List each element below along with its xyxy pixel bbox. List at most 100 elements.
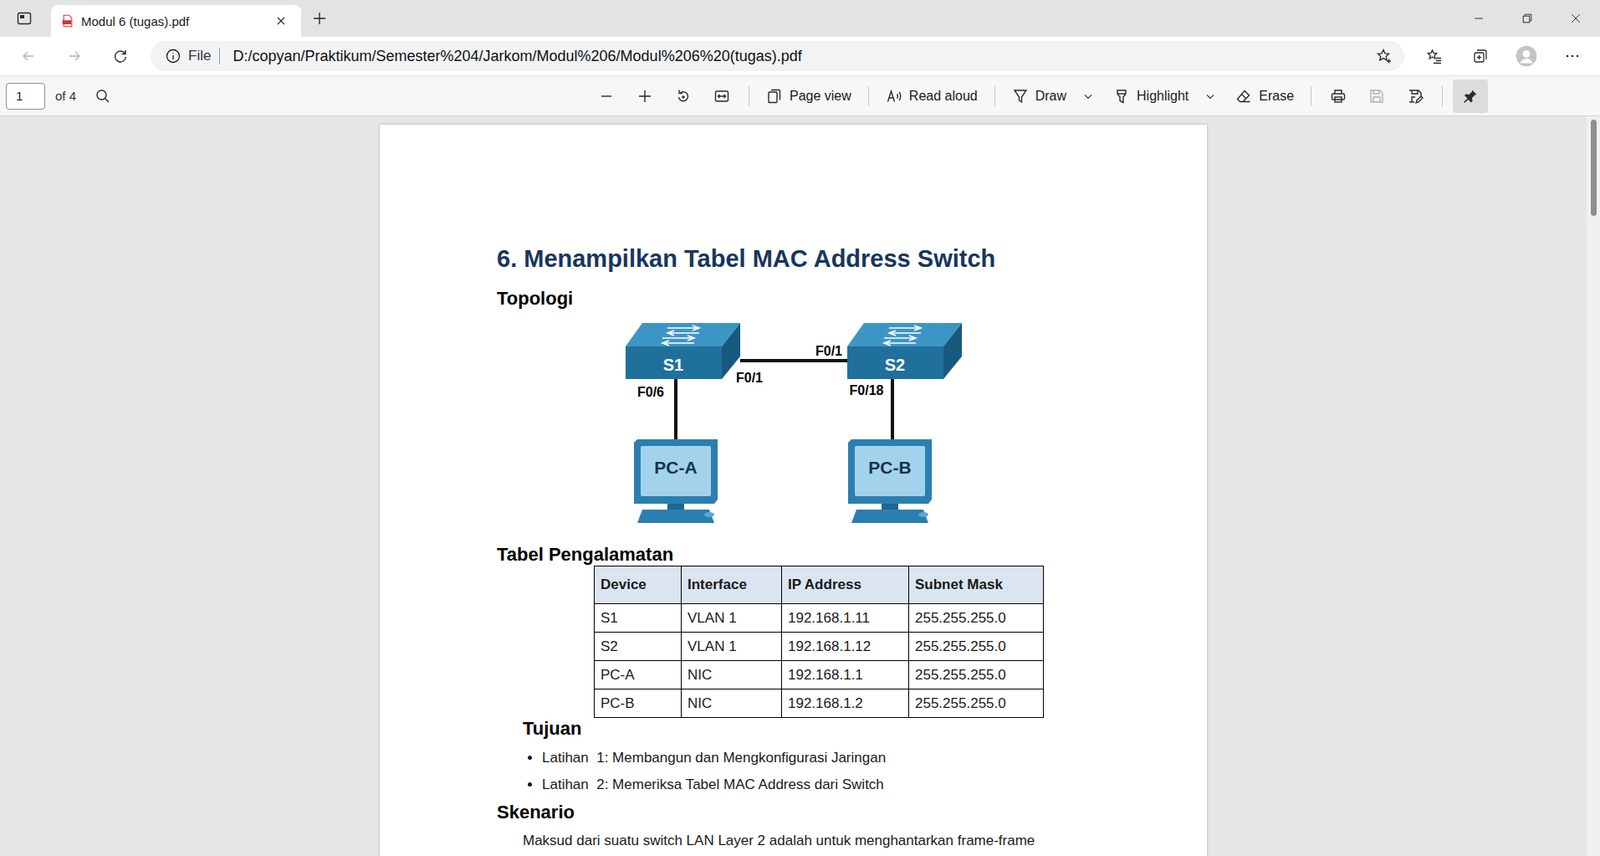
addressing-heading: Tabel Pengalamatan bbox=[496, 543, 1207, 566]
switch-node[interactable]: S1 bbox=[625, 322, 741, 379]
chevron-down-icon[interactable] bbox=[1081, 89, 1095, 103]
eraser-icon bbox=[1235, 87, 1253, 105]
search-button[interactable] bbox=[86, 81, 120, 112]
table-cell: 192.168.1.11 bbox=[782, 603, 910, 633]
switch-front bbox=[625, 346, 722, 379]
pc-mouse bbox=[704, 511, 715, 517]
zoom-out-button[interactable] bbox=[589, 81, 624, 112]
port-label: F0/1 bbox=[736, 370, 763, 385]
plus-icon bbox=[636, 87, 654, 105]
port-label: F0/1 bbox=[815, 343, 843, 358]
scenario-heading: Skenario bbox=[496, 801, 1207, 824]
table-cell: S2 bbox=[594, 632, 682, 661]
zoom-in-button[interactable] bbox=[628, 81, 662, 112]
fit-width-button[interactable] bbox=[705, 81, 739, 112]
collections-icon bbox=[1472, 47, 1489, 65]
pc-mouse bbox=[918, 511, 929, 517]
print-icon bbox=[1329, 87, 1347, 105]
close-icon bbox=[274, 14, 288, 28]
scrollbar[interactable] bbox=[1586, 116, 1600, 856]
table-cell: 255.255.255.0 bbox=[909, 660, 1044, 690]
rotate-button[interactable] bbox=[666, 81, 701, 112]
pc-node[interactable]: PC-B bbox=[848, 439, 932, 523]
tab-bar: Modul 6 (tugas).pdf bbox=[0, 0, 1600, 37]
switch-side bbox=[943, 322, 962, 379]
url-text: D:/copyan/Praktikum/Semester%204/Jarkom/… bbox=[232, 47, 1370, 66]
addressing-table: DeviceInterfaceIP AddressSubnet MaskS1VL… bbox=[593, 565, 1044, 718]
pc-node[interactable]: PC-A bbox=[633, 439, 718, 523]
objective-item: Latihan 1: Membangun dan Mengkonfigurasi… bbox=[541, 744, 1207, 772]
port-label: F0/6 bbox=[637, 384, 665, 399]
profile-icon bbox=[1515, 45, 1538, 67]
tab-title: Modul 6 (tugas).pdf bbox=[81, 14, 265, 29]
collections-button[interactable] bbox=[1463, 40, 1498, 72]
tool-label: Draw bbox=[1035, 88, 1067, 104]
tool-label: Highlight bbox=[1136, 88, 1189, 104]
rotate-icon bbox=[674, 87, 692, 105]
pc-monitor bbox=[633, 439, 718, 504]
new-tab-button[interactable] bbox=[306, 3, 333, 34]
chevron-down-icon[interactable] bbox=[1203, 89, 1217, 103]
table-cell: VLAN 1 bbox=[681, 632, 783, 661]
refresh-button[interactable] bbox=[103, 40, 138, 72]
table-cell: NIC bbox=[681, 689, 783, 718]
table-cell: S1 bbox=[594, 603, 682, 633]
restore-button[interactable] bbox=[1502, 0, 1552, 37]
table-cell: PC-B bbox=[594, 689, 682, 718]
print-button[interactable] bbox=[1321, 81, 1355, 112]
pc-screen bbox=[854, 445, 926, 496]
table-cell: PC-A bbox=[594, 660, 682, 690]
forward-arrow-icon bbox=[66, 47, 83, 65]
more-button[interactable] bbox=[1555, 40, 1590, 72]
objective-item: Latihan 2: Memeriksa Tabel MAC Address d… bbox=[541, 771, 1207, 798]
switch-arrows-icon bbox=[884, 325, 921, 346]
pc-stand bbox=[667, 503, 685, 510]
toolbar-tool-button[interactable]: Read aloud bbox=[879, 81, 985, 112]
minimize-button[interactable] bbox=[1454, 0, 1503, 37]
add-favorite-button[interactable] bbox=[1369, 43, 1400, 69]
separator bbox=[994, 86, 996, 107]
save-button[interactable] bbox=[1359, 81, 1394, 112]
tab-actions-button[interactable] bbox=[7, 3, 41, 34]
separator bbox=[868, 86, 870, 107]
port-label: F0/18 bbox=[849, 383, 885, 398]
site-scheme: File bbox=[188, 47, 211, 65]
table-header-row: DeviceInterfaceIP AddressSubnet Mask bbox=[594, 566, 1044, 604]
toolbar-tool-button[interactable]: Highlight bbox=[1106, 81, 1224, 112]
pin-toolbar-button[interactable] bbox=[1452, 79, 1488, 113]
page-navigation: 1of 4 bbox=[5, 81, 585, 112]
pc-stand bbox=[881, 503, 899, 510]
link-line bbox=[674, 378, 678, 440]
separator bbox=[1310, 86, 1312, 107]
minus-icon bbox=[598, 87, 615, 105]
tab-close-button[interactable] bbox=[270, 10, 292, 31]
save-icon bbox=[1368, 87, 1386, 105]
read-aloud-icon bbox=[885, 87, 903, 105]
profile-button[interactable] bbox=[1509, 40, 1544, 72]
browser-tab[interactable]: Modul 6 (tugas).pdf bbox=[51, 5, 302, 37]
table-header-cell: Device bbox=[594, 566, 682, 604]
switch-node[interactable]: S2 bbox=[847, 322, 962, 379]
address-field[interactable]: File D:/copyan/Praktikum/Semester%204/Jar… bbox=[150, 40, 1405, 72]
toolbar-tool-button[interactable]: Erase bbox=[1228, 81, 1301, 112]
tool-label: Erase bbox=[1258, 88, 1294, 104]
table-cell: VLAN 1 bbox=[681, 603, 783, 633]
back-button[interactable] bbox=[11, 40, 46, 72]
forward-button[interactable] bbox=[57, 40, 92, 72]
search-icon bbox=[94, 87, 112, 105]
scenario-text: Maksud dari suatu switch LAN Layer 2 ada… bbox=[522, 830, 1090, 851]
switch-front bbox=[847, 346, 944, 379]
toolbar-tool-button[interactable]: Page view bbox=[759, 81, 859, 112]
page-number-field[interactable]: 1 bbox=[5, 82, 46, 110]
restore-icon bbox=[1520, 11, 1534, 26]
favorites-button[interactable] bbox=[1417, 40, 1452, 72]
browser-window: Modul 6 (tugas).pdf File D:/copyan/Praktik… bbox=[0, 0, 1600, 856]
toolbar-tool-button[interactable]: Draw bbox=[1005, 81, 1102, 112]
highlight-icon bbox=[1113, 87, 1130, 105]
pdf-page: 6. Menampilkan Tabel MAC Address SwitchT… bbox=[379, 124, 1207, 856]
pc-label: PC-B bbox=[868, 457, 911, 477]
close-window-button[interactable] bbox=[1551, 0, 1600, 37]
save-as-button[interactable] bbox=[1398, 81, 1432, 112]
pdf-toolbar: 1of 4 Page view Read aloud Draw Highlight Era… bbox=[0, 75, 1600, 117]
scrollbar-thumb[interactable] bbox=[1590, 119, 1597, 216]
